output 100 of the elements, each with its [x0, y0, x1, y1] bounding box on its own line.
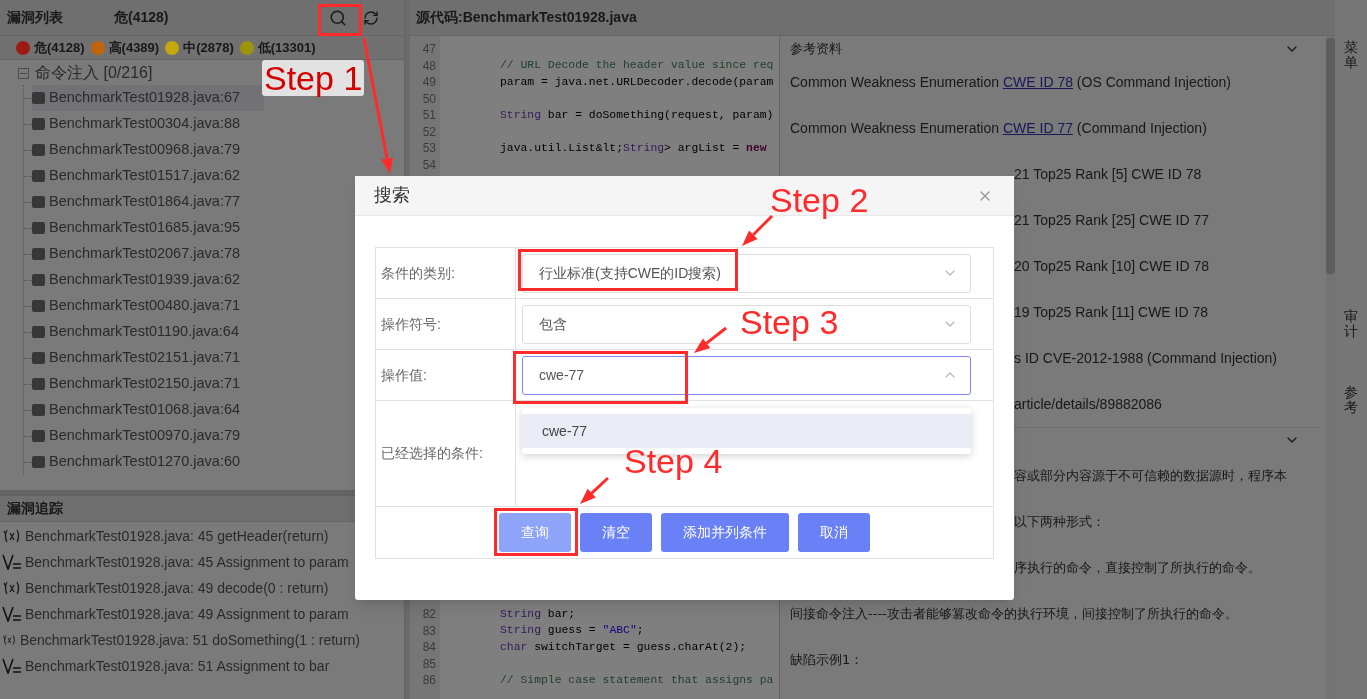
tree-item[interactable]: BenchmarkTest00970.java:79 [32, 423, 264, 449]
file-icon [32, 274, 45, 286]
suggestion-option[interactable]: cwe-77 [522, 414, 971, 448]
side-tab[interactable]: 审计 [1344, 308, 1358, 340]
description-text: 缺陷示例1： [790, 651, 864, 670]
tree-item[interactable]: BenchmarkTest01068.java:64 [32, 397, 264, 423]
code-line: param = java.net.URLDecoder.decode(param [500, 76, 774, 88]
file-icon [32, 352, 45, 364]
variable-icon [2, 606, 22, 622]
severity-count[interactable]: 危(4128) [34, 37, 85, 58]
dialog-button[interactable]: 取消 [798, 513, 870, 552]
tree-item[interactable]: BenchmarkTest01864.java:77 [32, 189, 264, 215]
refresh-icon [363, 9, 379, 26]
trace-row[interactable]: BenchmarkTest01928.java: 49 decode(0 : return) [0, 575, 360, 601]
trace-row[interactable]: BenchmarkTest01928.java: 49 Assignment to param [0, 601, 360, 627]
tree-item[interactable]: BenchmarkTest02067.java:78 [32, 241, 264, 267]
cwe-link[interactable]: CWE ID 77 [1002, 119, 1073, 136]
line-number: 84 [422, 641, 436, 654]
code-line: String guess = "ABC"; [500, 625, 644, 637]
tree-item[interactable]: BenchmarkTest02150.java:71 [32, 371, 264, 397]
collapse-icon[interactable] [18, 67, 29, 79]
side-tab[interactable]: 参考 [1344, 384, 1358, 416]
line-number: 47 [422, 43, 436, 56]
tree-item[interactable]: BenchmarkTest00968.java:79 [32, 137, 264, 163]
step-label: Step 3 [740, 305, 839, 339]
function-icon [2, 633, 17, 647]
line-number: 83 [422, 624, 436, 637]
description-text: 容或部分内容源于不可信赖的数据源时，程序本 [1014, 467, 1287, 486]
step-label: Step 1 [262, 60, 365, 96]
tree-item[interactable]: BenchmarkTest00480.java:71 [32, 293, 264, 319]
file-icon [32, 196, 45, 208]
variable-icon [2, 554, 22, 570]
severity-count[interactable]: 高(4389) [108, 37, 160, 58]
highlight-frame [318, 4, 362, 36]
line-number: 82 [422, 608, 436, 621]
file-icon [32, 456, 45, 468]
file-icon [32, 92, 45, 104]
dialog-button[interactable]: 清空 [580, 513, 652, 552]
code-line: String bar = doSomething(request, param) [500, 109, 774, 121]
tree-item[interactable]: BenchmarkTest01939.java:62 [32, 267, 264, 293]
dialog-button[interactable]: 添加并列条件 [661, 513, 789, 552]
severity-count[interactable]: 低(13301) [257, 37, 316, 58]
tree-item[interactable]: BenchmarkTest01928.java:67 [32, 85, 264, 111]
file-icon [32, 326, 45, 338]
reference-text: Common Weakness Enumeration CWE ID 77 (Command Injection) [790, 118, 1207, 138]
file-icon [32, 404, 45, 416]
tree-item[interactable]: BenchmarkTest01517.java:62 [32, 163, 264, 189]
tree-item[interactable]: BenchmarkTest01270.java:60 [32, 449, 264, 475]
line-number: 49 [422, 76, 436, 89]
field-label: 条件的类别: [381, 263, 455, 283]
field-label: 操作值: [381, 365, 427, 385]
severity-summary: 危(4128) [114, 8, 170, 27]
line-number: 51 [422, 109, 436, 122]
dialog-title: 搜索 [374, 184, 410, 207]
line-number: 48 [422, 59, 436, 72]
file-icon [32, 248, 45, 260]
side-tab[interactable]: 菜单 [1344, 40, 1358, 71]
line-number: 50 [422, 92, 436, 105]
reference-text: article/details/89882086 [1014, 394, 1162, 414]
reference-text: Common Weakness Enumeration CWE ID 78 (OS Command Injection) [790, 72, 1231, 92]
panel-title: 漏洞列表 [7, 8, 64, 27]
file-icon [32, 430, 45, 442]
trace-row[interactable]: BenchmarkTest01928.java: 51 Assignment to bar [0, 653, 360, 679]
panel-title: 漏洞追踪 [7, 499, 63, 518]
tree-item[interactable]: BenchmarkTest01685.java:95 [32, 215, 264, 241]
function-icon [2, 529, 22, 543]
category-label[interactable]: 命令注入 [0/216] [35, 61, 153, 85]
select-field[interactable]: cwe-77 [522, 355, 971, 395]
code-line: // Simple case statement that assigns pa [500, 674, 774, 686]
pointer-arrow [694, 326, 727, 353]
trace-row[interactable]: BenchmarkTest01928.java: 45 getHeader(return) [0, 523, 360, 549]
code-line: java.util.List&lt;String> argList = new [500, 142, 767, 154]
pointer-arrow [580, 476, 610, 504]
file-icon [32, 118, 45, 130]
reference-text: s ID CVE-2012-1988 (Command Injection) [1014, 348, 1277, 368]
section-title: 参考资料 [790, 40, 842, 59]
variable-icon [2, 658, 22, 674]
reference-text: 21 Top25 Rank [5] CWE ID 78 [1014, 164, 1202, 184]
file-icon [32, 170, 45, 182]
reference-text: 20 Top25 Rank [10] CWE ID 78 [1014, 256, 1210, 276]
panel-title: 源代码:BenchmarkTest01928.java [416, 8, 637, 27]
reference-text: 19 Top25 Rank [11] CWE ID 78 [1014, 302, 1209, 322]
cwe-link[interactable]: CWE ID 78 [1002, 73, 1073, 90]
file-icon [32, 300, 45, 312]
tree-item[interactable]: BenchmarkTest02151.java:71 [32, 345, 264, 371]
trace-row[interactable]: BenchmarkTest01928.java: 51 doSomething(1 : return) [0, 627, 360, 653]
line-number: 53 [422, 142, 436, 155]
function-icon [2, 581, 22, 595]
line-number: 86 [422, 674, 436, 687]
severity-count[interactable]: 中(2878) [183, 37, 234, 58]
trace-row[interactable]: BenchmarkTest01928.java: 45 Assignment to param [0, 549, 360, 575]
select-field[interactable]: 行业标准(支持CWE的ID搜索) [522, 253, 971, 293]
field-label: 已经选择的条件: [381, 444, 483, 463]
description-text: 序执行的命令，直接控制了所执行的命令。 [1014, 559, 1261, 578]
tree-item[interactable]: BenchmarkTest01190.java:64 [32, 319, 264, 345]
file-icon [32, 222, 45, 234]
tree-item[interactable]: BenchmarkTest00304.java:88 [32, 111, 264, 137]
scrollbar[interactable] [1326, 38, 1335, 274]
description-text: 间接命令注入----攻击者能够篡改命令的执行环境，间接控制了所执行的命令。 [790, 605, 1238, 624]
file-icon [32, 378, 45, 390]
